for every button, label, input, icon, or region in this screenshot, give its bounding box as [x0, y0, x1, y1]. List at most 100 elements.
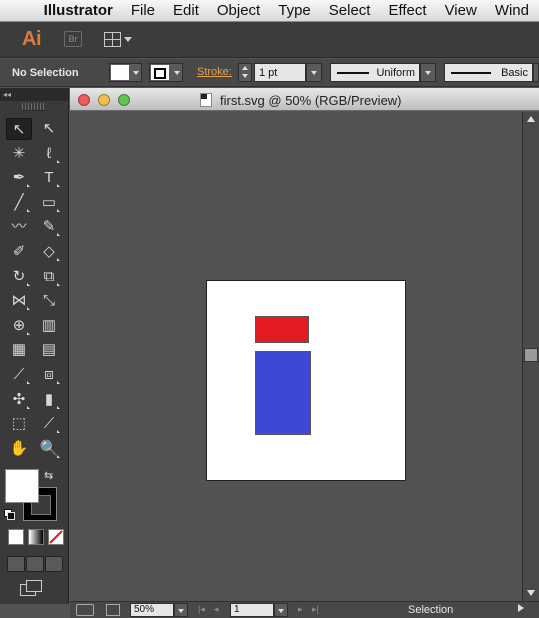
none-mode-button[interactable] [48, 529, 64, 545]
line-segment-tool-icon[interactable]: ╱ [6, 192, 32, 214]
menu-effect[interactable]: Effect [380, 2, 436, 19]
mesh-tool-icon[interactable]: ▦ [6, 339, 32, 361]
stroke-weight-input[interactable]: 1 pt [254, 63, 306, 82]
artboard[interactable] [206, 280, 406, 481]
menu-object[interactable]: Object [209, 2, 270, 19]
tools-panel-grip[interactable] [22, 103, 46, 111]
stroke-color-dropdown[interactable] [149, 63, 183, 82]
next-artboard-icon[interactable]: ▸ [298, 604, 303, 615]
scroll-up-icon[interactable] [527, 116, 535, 122]
draw-normal-button[interactable] [7, 556, 25, 572]
status-current-tool: Selection [408, 604, 454, 616]
chevron-down-icon [311, 71, 317, 75]
eraser-tool-icon[interactable]: ◇ [36, 241, 62, 263]
direct-selection-tool-icon[interactable]: ↖ [36, 118, 62, 140]
pen-tool-icon[interactable]: ✒ [6, 167, 32, 189]
first-artboard-icon[interactable]: |◂ [198, 604, 205, 615]
minimize-window-button[interactable] [98, 94, 110, 106]
variable-width-profile[interactable]: Uniform [330, 63, 420, 82]
stroke-weight-dropdown[interactable] [306, 63, 322, 82]
close-window-button[interactable] [78, 94, 90, 106]
bridge-button[interactable]: Br [64, 31, 82, 47]
brush-dropdown[interactable] [533, 63, 539, 82]
symbol-sprayer-tool-icon[interactable]: ✣ [6, 389, 32, 411]
magic-wand-tool-icon[interactable]: ✳ [6, 143, 32, 165]
tools-panel: ◂◂ ⇆ ↖ ↖ ✳ ℓ ✒ T ╱ ▭ 〰 ✎ ✐ ◇ ↻ ⧉ ⋈ ⤡ ⊕ ▥ ▦ ▤ ⟋ ⧈ ✣ ▮ ⬚ ⟋ ✋ 🔍 [0, 88, 69, 604]
slice-tool-icon[interactable]: ⟋ [36, 413, 62, 435]
document-window: first.svg @ 50% (RGB/Preview) 50% |◂ ◂ 1 [70, 88, 539, 618]
column-graph-tool-icon[interactable]: ▮ [36, 389, 62, 411]
blend-tool-icon[interactable]: ⧈ [36, 364, 62, 386]
selection-status-label: No Selection [12, 67, 79, 79]
scroll-thumb[interactable] [524, 348, 538, 362]
document-title: first.svg @ 50% (RGB/Preview) [220, 93, 402, 108]
free-transform-tool-icon[interactable]: ⤡ [36, 290, 62, 312]
zoom-level-input[interactable]: 50% [130, 603, 174, 617]
gradient-tool-icon[interactable]: ▤ [36, 339, 62, 361]
last-artboard-icon[interactable]: ▸| [312, 604, 319, 615]
chevron-down-icon [133, 71, 139, 75]
draw-behind-button[interactable] [26, 556, 44, 572]
zoom-window-button[interactable] [118, 94, 130, 106]
gpu-icon[interactable] [76, 604, 94, 616]
perspective-grid-tool-icon[interactable]: ▥ [36, 315, 62, 337]
share-icon[interactable] [106, 604, 120, 616]
status-bar: 50% |◂ ◂ 1 ▸ ▸| Selection [70, 601, 539, 618]
svg-document-icon [200, 93, 212, 107]
profile-dropdown[interactable] [420, 63, 436, 82]
none-slash-icon [49, 530, 63, 544]
stroke-weight-stepper[interactable] [238, 63, 252, 82]
menu-type[interactable]: Type [270, 2, 321, 19]
zoom-dropdown[interactable] [174, 603, 188, 617]
chevron-down-icon [124, 37, 132, 42]
rotate-tool-icon[interactable]: ↻ [6, 266, 32, 288]
menu-view[interactable]: View [437, 2, 487, 19]
blob-brush-tool-icon[interactable]: ✐ [6, 241, 32, 263]
arrow-down-icon [242, 74, 248, 78]
paintbrush-tool-icon[interactable]: 〰 [6, 216, 32, 238]
scale-tool-icon[interactable]: ⧉ [36, 266, 62, 288]
selection-tool-icon[interactable]: ↖ [6, 118, 32, 140]
menu-edit[interactable]: Edit [165, 2, 209, 19]
stroke-panel-link[interactable]: Stroke: [197, 66, 232, 78]
menu-file[interactable]: File [123, 2, 165, 19]
stroke-swatch [151, 65, 169, 80]
swap-fill-stroke-icon[interactable]: ⇆ [44, 469, 53, 482]
menu-illustrator[interactable]: Illustrator [34, 2, 123, 19]
red-rectangle[interactable] [255, 316, 309, 343]
status-menu-icon[interactable] [518, 604, 524, 612]
document-titlebar[interactable]: first.svg @ 50% (RGB/Preview) [70, 88, 539, 111]
hand-tool-icon[interactable]: ✋ [6, 438, 32, 460]
type-tool-icon[interactable]: T [36, 167, 62, 189]
tools-panel-collapse[interactable]: ◂◂ [0, 88, 68, 101]
zoom-tool-icon[interactable]: 🔍 [36, 438, 62, 460]
color-mode-button[interactable] [8, 529, 24, 545]
pencil-tool-icon[interactable]: ✎ [36, 216, 62, 238]
eyedropper-tool-icon[interactable]: ⟋ [6, 364, 32, 386]
vertical-scrollbar[interactable] [522, 112, 539, 601]
blue-rectangle[interactable] [255, 351, 311, 435]
menu-window[interactable]: Wind [487, 2, 539, 19]
lasso-tool-icon[interactable]: ℓ [36, 143, 62, 165]
artboard-tool-icon[interactable]: ⬚ [6, 413, 32, 435]
draw-inside-button[interactable] [45, 556, 63, 572]
fill-color-dropdown[interactable] [109, 63, 142, 82]
fill-color-box[interactable] [5, 469, 39, 503]
canvas[interactable] [70, 112, 522, 601]
rectangle-tool-icon[interactable]: ▭ [36, 192, 62, 214]
artboard-number-input[interactable]: 1 [230, 603, 274, 617]
illustrator-screen: Illustrator File Edit Object Type Select… [0, 0, 539, 618]
illustrator-logo: Ai [22, 28, 42, 50]
change-screen-mode-button[interactable] [20, 580, 44, 596]
previous-artboard-icon[interactable]: ◂ [214, 604, 219, 615]
width-tool-icon[interactable]: ⋈ [6, 290, 32, 312]
arrange-documents-button[interactable] [104, 31, 132, 49]
scroll-down-icon[interactable] [527, 590, 535, 596]
gradient-mode-button[interactable] [28, 529, 44, 545]
profile-line-preview [337, 72, 369, 74]
default-fill-stroke-icon[interactable] [4, 509, 15, 520]
menu-select[interactable]: Select [321, 2, 381, 19]
shape-builder-tool-icon[interactable]: ⊕ [6, 315, 32, 337]
brush-definition[interactable]: Basic [444, 63, 533, 82]
artboard-dropdown[interactable] [274, 603, 288, 617]
